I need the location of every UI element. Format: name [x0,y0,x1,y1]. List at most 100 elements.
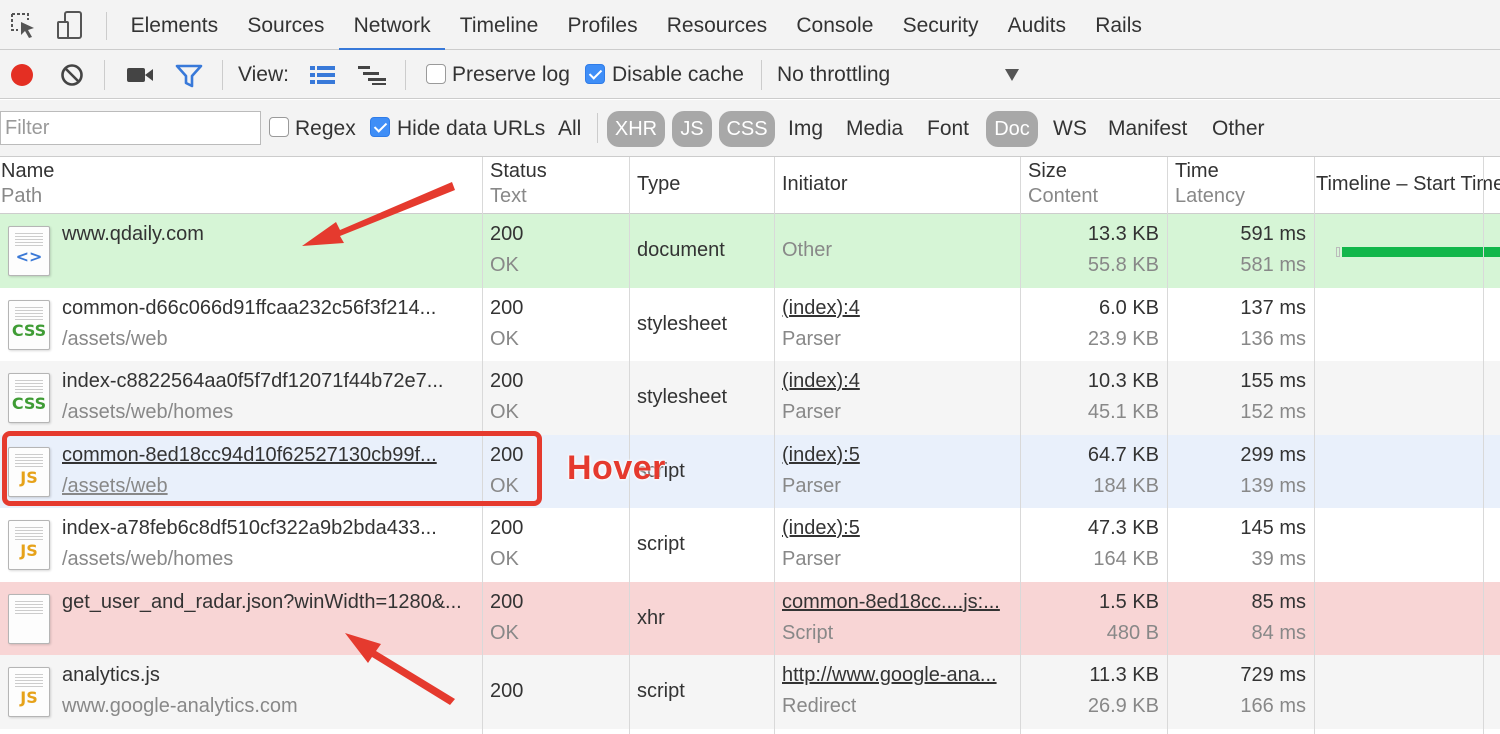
disable-cache-label: Disable cache [612,63,744,86]
css-file-icon: CSS [8,373,50,423]
filter-type-ws[interactable]: WS [1053,100,1087,157]
column-header-timeline[interactable]: Timeline – Start Time [1316,157,1500,213]
latency-time: 136 ms [1240,327,1306,350]
header-status-label: Status [490,160,547,182]
total-time: 299 ms [1240,443,1306,466]
filter-type-manifest[interactable]: Manifest [1108,100,1187,157]
hide-data-urls-checkbox[interactable] [370,117,390,137]
column-header-time[interactable]: Time Latency [1175,157,1310,213]
table-row[interactable]: <> www.qdaily.com 200 OK document Other … [0,214,1500,288]
filter-icon[interactable] [175,63,203,94]
tab-sources[interactable]: Sources [233,0,339,50]
filter-type-media[interactable]: Media [846,100,903,157]
regex-checkbox[interactable] [269,117,289,137]
clear-icon[interactable] [60,63,84,92]
status-code: 200 [490,223,524,245]
initiator-link[interactable]: http://www.google-ana... [782,664,1014,687]
tab-profiles[interactable]: Profiles [553,0,652,50]
record-icon[interactable] [10,63,34,92]
inspect-element-icon[interactable] [8,10,38,40]
column-header-status[interactable]: Status Text [490,157,625,213]
filter-type-xhr[interactable]: XHR [607,111,665,147]
device-mode-icon[interactable] [56,10,86,40]
html-file-icon: <> [8,226,50,276]
tab-network[interactable]: Network [338,0,446,51]
column-divider[interactable] [1167,157,1168,734]
filter-type-other[interactable]: Other [1212,100,1265,157]
request-path: www.google-analytics.com [62,695,298,717]
content-size: 45.1 KB [1087,401,1159,423]
request-name[interactable]: www.qdaily.com [62,223,477,246]
initiator-detail: Parser [782,474,841,497]
overview-icon[interactable] [358,64,388,91]
column-divider[interactable] [629,157,630,734]
transfer-size: 6.0 KB [1098,296,1159,319]
table-row[interactable]: get_user_and_radar.json?winWidth=1280&..… [0,581,1500,655]
dropdown-arrow-icon[interactable] [1004,68,1020,87]
filter-type-doc[interactable]: Doc [986,111,1038,147]
throttling-select[interactable]: No throttling [777,50,890,99]
column-header-type[interactable]: Type [637,157,767,213]
divider [405,60,406,90]
total-time: 145 ms [1240,517,1306,539]
column-divider[interactable] [1020,157,1021,734]
divider [222,60,223,90]
content-size: 23.9 KB [1087,327,1159,350]
view-label: View: [238,63,289,86]
tab-audits[interactable]: Audits [993,0,1081,50]
request-name[interactable]: analytics.js [62,664,477,687]
request-name[interactable]: get_user_and_radar.json?winWidth=1280&..… [62,591,477,614]
table-row[interactable]: CSS common-d66c066d91ffcaa232c56f3f214..… [0,287,1500,361]
column-header-size[interactable]: Size Content [1028,157,1163,213]
column-divider[interactable] [774,157,775,734]
preserve-log-label: Preserve log [452,63,570,86]
status-code: 200 [490,680,524,702]
column-divider[interactable] [1314,157,1315,734]
tab-console[interactable]: Console [782,0,888,50]
filter-type-css[interactable]: CSS [719,111,775,147]
header-text-label: Text [490,185,527,207]
hover-highlight-box [2,431,542,506]
filter-input[interactable] [0,111,261,145]
content-size: 164 KB [1093,548,1159,570]
large-rows-icon[interactable] [310,64,336,91]
status-text: OK [490,548,519,570]
filter-type-img[interactable]: Img [788,100,823,157]
capture-screenshots-icon[interactable] [126,65,154,90]
filter-type-js[interactable]: JS [672,111,712,147]
column-header-initiator[interactable]: Initiator [782,157,1017,213]
tab-timeline[interactable]: Timeline [445,0,553,50]
filter-type-all[interactable]: All [558,100,581,157]
table-row[interactable]: JS analytics.js www.google-analytics.com… [0,655,1500,729]
column-header-name[interactable]: Name Path [1,157,479,213]
column-divider[interactable] [1483,157,1484,734]
filter-type-font[interactable]: Font [927,100,969,157]
header-content-label: Content [1028,185,1099,207]
total-time: 155 ms [1240,370,1306,392]
status-text: OK [490,254,519,276]
request-name[interactable]: common-d66c066d91ffcaa232c56f3f214... [62,297,477,320]
header-path-label: Path [1,185,43,207]
table-row[interactable]: JS index-a78feb6c8df510cf322a9b2bda433..… [0,508,1500,582]
tab-security[interactable]: Security [888,0,993,50]
initiator-link[interactable]: common-8ed18cc....js:... [782,591,1014,614]
table-row[interactable]: CSS index-c8822564aa0f5f7df12071f44b72e7… [0,361,1500,435]
transfer-size: 47.3 KB [1087,517,1159,539]
initiator-link[interactable]: (index):4 [782,370,1014,393]
request-name[interactable]: index-a78feb6c8df510cf322a9b2bda433... [62,517,477,540]
preserve-log-checkbox[interactable] [426,64,446,84]
tab-elements[interactable]: Elements [116,0,233,50]
disable-cache-checkbox[interactable] [585,64,605,84]
tab-resources[interactable]: Resources [652,0,782,50]
latency-time: 581 ms [1240,254,1306,276]
initiator-link[interactable]: (index):4 [782,297,1014,320]
latency-time: 152 ms [1240,401,1306,423]
initiator-link[interactable]: (index):5 [782,444,1014,467]
initiator-detail: Parser [782,327,841,350]
request-name[interactable]: index-c8822564aa0f5f7df12071f44b72e7... [62,370,477,393]
blank-file-icon [8,593,50,644]
initiator-link[interactable]: (index):5 [782,517,1014,540]
total-time: 85 ms [1251,590,1306,613]
tab-rails[interactable]: Rails [1081,0,1157,50]
filter-bar: Regex Hide data URLs All XHR JS CSS Img … [0,100,1500,157]
